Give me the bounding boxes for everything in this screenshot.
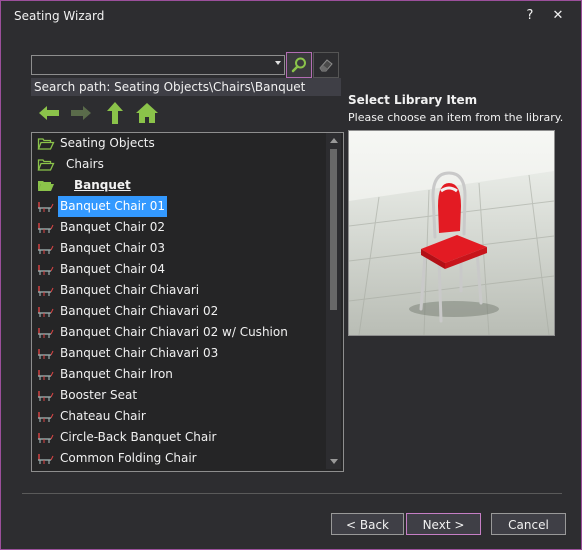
eraser-icon: [319, 59, 333, 72]
folder-open-icon: [37, 136, 55, 151]
arrow-right-icon: [71, 106, 91, 120]
library-title: Select Library Item: [348, 93, 478, 107]
tree-item-label: Banquet Chair 04: [60, 262, 166, 276]
tree-item-label: Seating Objects: [60, 136, 155, 150]
tree-item[interactable]: Banquet Chair Chiavari 02: [32, 301, 327, 322]
chair-preview-image: [348, 131, 555, 336]
tree-folder[interactable]: Banquet: [32, 175, 327, 196]
tree-item[interactable]: Banquet Chair Chiavari 02 w/ Cushion: [32, 322, 327, 343]
title-bar: Seating Wizard ? ✕: [1, 1, 581, 31]
search-combo[interactable]: [31, 55, 285, 75]
tree-item-label: Banquet Chair 02: [60, 220, 166, 234]
tree-item-label: Banquet Chair Iron: [60, 367, 173, 381]
arrow-left-icon: [39, 106, 59, 120]
tree-item[interactable]: Banquet Chair 01: [32, 196, 327, 217]
search-path-label: Search path: Seating Objects\Chairs\Banq…: [31, 78, 341, 96]
cancel-button[interactable]: Cancel: [491, 513, 566, 535]
tree-item[interactable]: Banquet Chair 04: [32, 259, 327, 280]
chair-icon: [37, 325, 55, 340]
tree-item[interactable]: Banquet Chair Chiavari: [32, 280, 327, 301]
tree-item-label: Banquet Chair Chiavari 03: [60, 346, 219, 360]
tree-item-label: Circle-Back Banquet Chair: [60, 430, 217, 444]
chevron-down-icon[interactable]: [275, 61, 281, 65]
chair-icon: [37, 409, 55, 424]
tree-item[interactable]: Booster Seat: [32, 385, 327, 406]
tree-item-label: Banquet Chair Chiavari: [60, 283, 200, 297]
tree-item-label: Banquet Chair 01: [58, 196, 168, 217]
chair-icon: [37, 451, 55, 466]
library-tree[interactable]: Seating Objects Chairs Banquet Banquet Chai…: [31, 132, 344, 472]
tree-item[interactable]: Common Folding Chair: [32, 448, 327, 469]
help-button[interactable]: ?: [521, 7, 539, 25]
tree-folder[interactable]: Seating Objects: [32, 133, 327, 154]
window-title: Seating Wizard: [14, 9, 105, 23]
tree-item[interactable]: Banquet Chair 02: [32, 217, 327, 238]
footer-divider: [22, 493, 562, 494]
chair-icon: [37, 199, 55, 214]
tree-scrollbar[interactable]: [326, 133, 341, 469]
up-nav-button[interactable]: [102, 100, 128, 126]
tree-item[interactable]: Banquet Chair Iron: [32, 364, 327, 385]
next-button[interactable]: Next >: [406, 513, 481, 535]
forward-nav-button[interactable]: [68, 100, 94, 126]
tree-item[interactable]: Banquet Chair 03: [32, 238, 327, 259]
chair-icon: [37, 283, 55, 298]
scroll-down-icon[interactable]: [330, 459, 338, 464]
tree-item-label: Chairs: [66, 157, 104, 171]
tree-folder[interactable]: Chairs: [32, 154, 327, 175]
chair-icon: [37, 220, 55, 235]
tree-item-label: Banquet Chair 03: [60, 241, 166, 255]
tree-item-label: Banquet Chair Chiavari 02: [60, 304, 219, 318]
tree-item-label: Banquet Chair Chiavari 02 w/ Cushion: [60, 325, 288, 339]
item-preview: [348, 130, 555, 336]
chair-icon: [37, 262, 55, 277]
tree-item[interactable]: Circle-Back Banquet Chair: [32, 427, 327, 448]
chair-icon: [37, 346, 55, 361]
tree-item[interactable]: Banquet Chair Chiavari 03: [32, 343, 327, 364]
chair-icon: [37, 304, 55, 319]
library-subtitle: Please choose an item from the library.: [348, 111, 564, 124]
chair-icon: [37, 388, 55, 403]
tree-item-label: Common Folding Chair: [60, 451, 197, 465]
tree-item-label: Chateau Chair: [60, 409, 146, 423]
home-icon: [136, 103, 158, 123]
tree-item-label: Banquet: [74, 178, 131, 192]
tree-item[interactable]: Chateau Chair: [32, 406, 327, 427]
search-icon: [291, 57, 306, 73]
back-button[interactable]: < Back: [331, 513, 404, 535]
chair-icon: [37, 367, 55, 382]
folder-open-filled-icon: [37, 178, 55, 193]
clear-search-button[interactable]: [313, 52, 339, 78]
close-button[interactable]: ✕: [549, 7, 567, 25]
back-nav-button[interactable]: [36, 100, 62, 126]
scroll-thumb[interactable]: [330, 149, 337, 310]
home-nav-button[interactable]: [134, 100, 160, 126]
chair-icon: [37, 430, 55, 445]
folder-open-icon: [37, 157, 55, 172]
search-button[interactable]: [286, 52, 312, 78]
tree-item-label: Booster Seat: [60, 388, 138, 402]
arrow-up-icon: [107, 102, 123, 124]
scroll-up-icon[interactable]: [330, 138, 338, 143]
chair-icon: [37, 241, 55, 256]
